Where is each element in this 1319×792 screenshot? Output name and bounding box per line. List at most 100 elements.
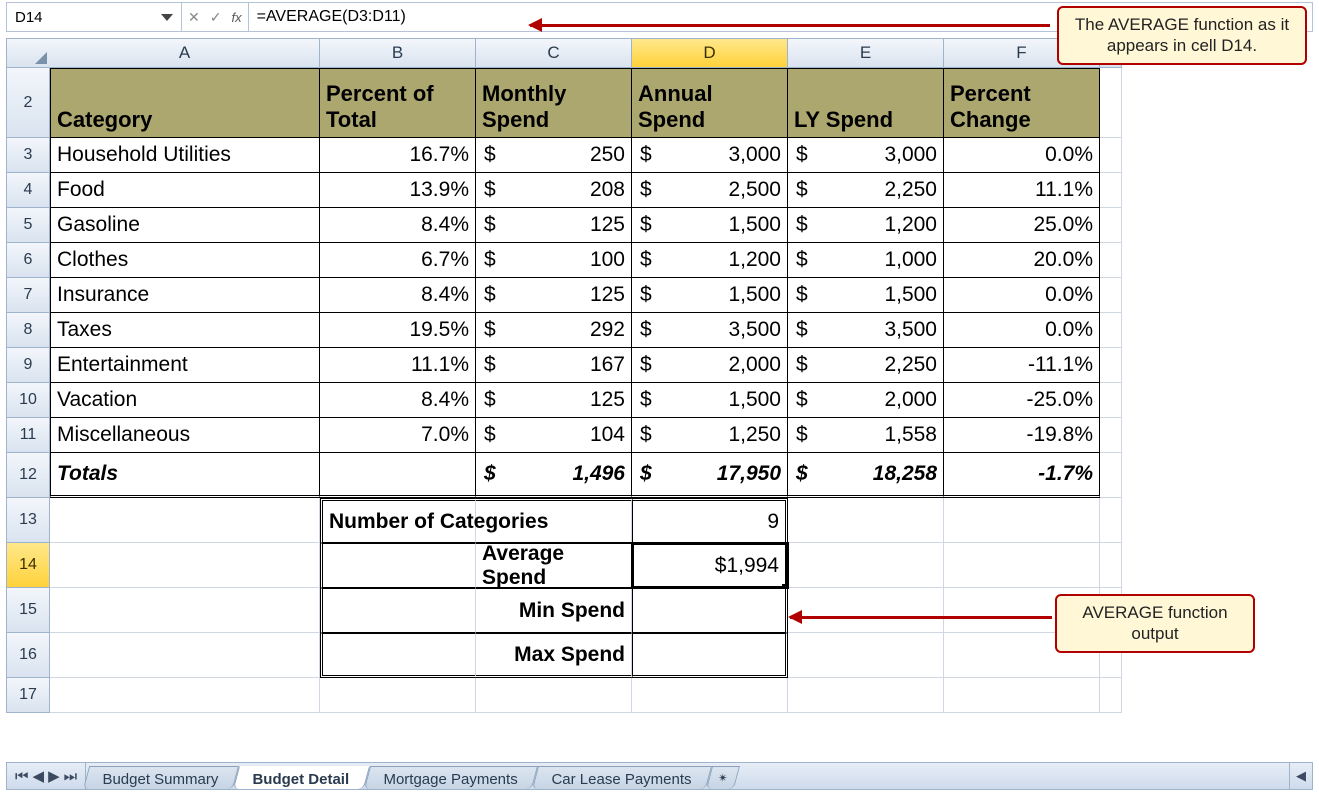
col-header-A[interactable]: A [50, 38, 320, 68]
col-header-C[interactable]: C [476, 38, 632, 68]
cell[interactable] [1100, 278, 1122, 313]
header-category[interactable]: Category [50, 68, 320, 138]
numcat-value[interactable]: 9 [632, 498, 788, 543]
annual-cell[interactable]: $1,500 [632, 208, 788, 243]
row-header-4[interactable]: 4 [6, 173, 50, 208]
row-header-16[interactable]: 16 [6, 633, 50, 678]
select-all-corner[interactable] [6, 38, 50, 68]
header-ly-spend[interactable]: LY Spend [788, 68, 944, 138]
pct-cell[interactable]: 8.4% [320, 383, 476, 418]
header-monthly-spend[interactable]: Monthly Spend [476, 68, 632, 138]
totals-ly[interactable]: $18,258 [788, 453, 944, 498]
row-header-3[interactable]: 3 [6, 138, 50, 173]
avg-value[interactable]: $1,994 [632, 543, 788, 588]
min-value[interactable] [632, 588, 788, 633]
col-header-D[interactable]: D [632, 38, 788, 68]
annual-cell[interactable]: $3,500 [632, 313, 788, 348]
sheet-nav-first-icon[interactable]: ⏮ [15, 768, 29, 785]
ly-cell[interactable]: $2,000 [788, 383, 944, 418]
row-header-14[interactable]: 14 [6, 543, 50, 588]
row-header-8[interactable]: 8 [6, 313, 50, 348]
monthly-cell[interactable]: $167 [476, 348, 632, 383]
row-header-12[interactable]: 12 [6, 453, 50, 498]
change-cell[interactable]: -11.1% [944, 348, 1100, 383]
min-label-c[interactable]: Min Spend [476, 588, 632, 633]
cell[interactable] [944, 498, 1100, 543]
monthly-cell[interactable]: $100 [476, 243, 632, 278]
cell[interactable] [1100, 543, 1122, 588]
cell[interactable] [788, 588, 944, 633]
cell[interactable] [1100, 138, 1122, 173]
enter-icon[interactable]: ✓ [210, 9, 222, 26]
totals-annual[interactable]: $17,950 [632, 453, 788, 498]
cell[interactable] [50, 498, 320, 543]
change-cell[interactable]: 0.0% [944, 278, 1100, 313]
cell[interactable] [944, 543, 1100, 588]
annual-cell[interactable]: $1,200 [632, 243, 788, 278]
cell[interactable] [1100, 243, 1122, 278]
max-value[interactable] [632, 633, 788, 678]
cell[interactable] [1100, 173, 1122, 208]
ly-cell[interactable]: $3,500 [788, 313, 944, 348]
col-header-E[interactable]: E [788, 38, 944, 68]
pct-cell[interactable]: 16.7% [320, 138, 476, 173]
category-cell[interactable]: Food [50, 173, 320, 208]
cell[interactable] [1100, 208, 1122, 243]
annual-cell[interactable]: $2,500 [632, 173, 788, 208]
horizontal-scroll[interactable]: ◀ [1289, 763, 1312, 789]
name-box[interactable]: D14 [7, 3, 182, 31]
monthly-cell[interactable]: $292 [476, 313, 632, 348]
cell[interactable] [788, 498, 944, 543]
monthly-cell[interactable]: $208 [476, 173, 632, 208]
avg-label-c[interactable]: Average Spend [476, 543, 632, 588]
annual-cell[interactable]: $3,000 [632, 138, 788, 173]
cell[interactable] [1100, 678, 1122, 713]
row-header-9[interactable]: 9 [6, 348, 50, 383]
row-header-6[interactable]: 6 [6, 243, 50, 278]
change-cell[interactable]: 0.0% [944, 313, 1100, 348]
ly-cell[interactable]: $1,000 [788, 243, 944, 278]
pct-cell[interactable]: 6.7% [320, 243, 476, 278]
header-percent-change[interactable]: Percent Change [944, 68, 1100, 138]
monthly-cell[interactable]: $125 [476, 278, 632, 313]
header-annual-spend[interactable]: Annual Spend [632, 68, 788, 138]
cancel-icon[interactable]: ✕ [188, 9, 200, 26]
sheet-nav-last-icon[interactable]: ⏭ [64, 768, 78, 785]
sheet-nav-prev-icon[interactable]: ◀ [33, 767, 45, 785]
cell[interactable] [1100, 453, 1122, 498]
row-header-17[interactable]: 17 [6, 678, 50, 713]
ly-cell[interactable]: $2,250 [788, 348, 944, 383]
change-cell[interactable]: 25.0% [944, 208, 1100, 243]
cell[interactable] [944, 678, 1100, 713]
name-box-dropdown-icon[interactable] [161, 14, 173, 21]
row-header-13[interactable]: 13 [6, 498, 50, 543]
totals-label[interactable]: Totals [50, 453, 320, 498]
cell[interactable] [50, 633, 320, 678]
tab-car-lease-payments[interactable]: Car Lease Payments [532, 766, 712, 789]
change-cell[interactable]: -25.0% [944, 383, 1100, 418]
totals-pct[interactable] [320, 453, 476, 498]
cell[interactable] [320, 678, 476, 713]
row-header-15[interactable]: 15 [6, 588, 50, 633]
monthly-cell[interactable]: $125 [476, 383, 632, 418]
ly-cell[interactable]: $1,500 [788, 278, 944, 313]
pct-cell[interactable]: 13.9% [320, 173, 476, 208]
cell[interactable] [50, 588, 320, 633]
pct-cell[interactable]: 19.5% [320, 313, 476, 348]
cell[interactable] [50, 543, 320, 588]
category-cell[interactable]: Household Utilities [50, 138, 320, 173]
avg-label-b[interactable] [320, 543, 476, 588]
tab-budget-summary[interactable]: Budget Summary [83, 766, 239, 789]
max-label-b[interactable] [320, 633, 476, 678]
cell[interactable] [1100, 68, 1122, 138]
annual-cell[interactable]: $1,250 [632, 418, 788, 453]
ly-cell[interactable]: $1,200 [788, 208, 944, 243]
monthly-cell[interactable]: $104 [476, 418, 632, 453]
max-label-c[interactable]: Max Spend [476, 633, 632, 678]
category-cell[interactable]: Gasoline [50, 208, 320, 243]
totals-change[interactable]: -1.7% [944, 453, 1100, 498]
cell[interactable] [1100, 498, 1122, 543]
pct-cell[interactable]: 11.1% [320, 348, 476, 383]
change-cell[interactable]: 20.0% [944, 243, 1100, 278]
cell[interactable] [1100, 418, 1122, 453]
